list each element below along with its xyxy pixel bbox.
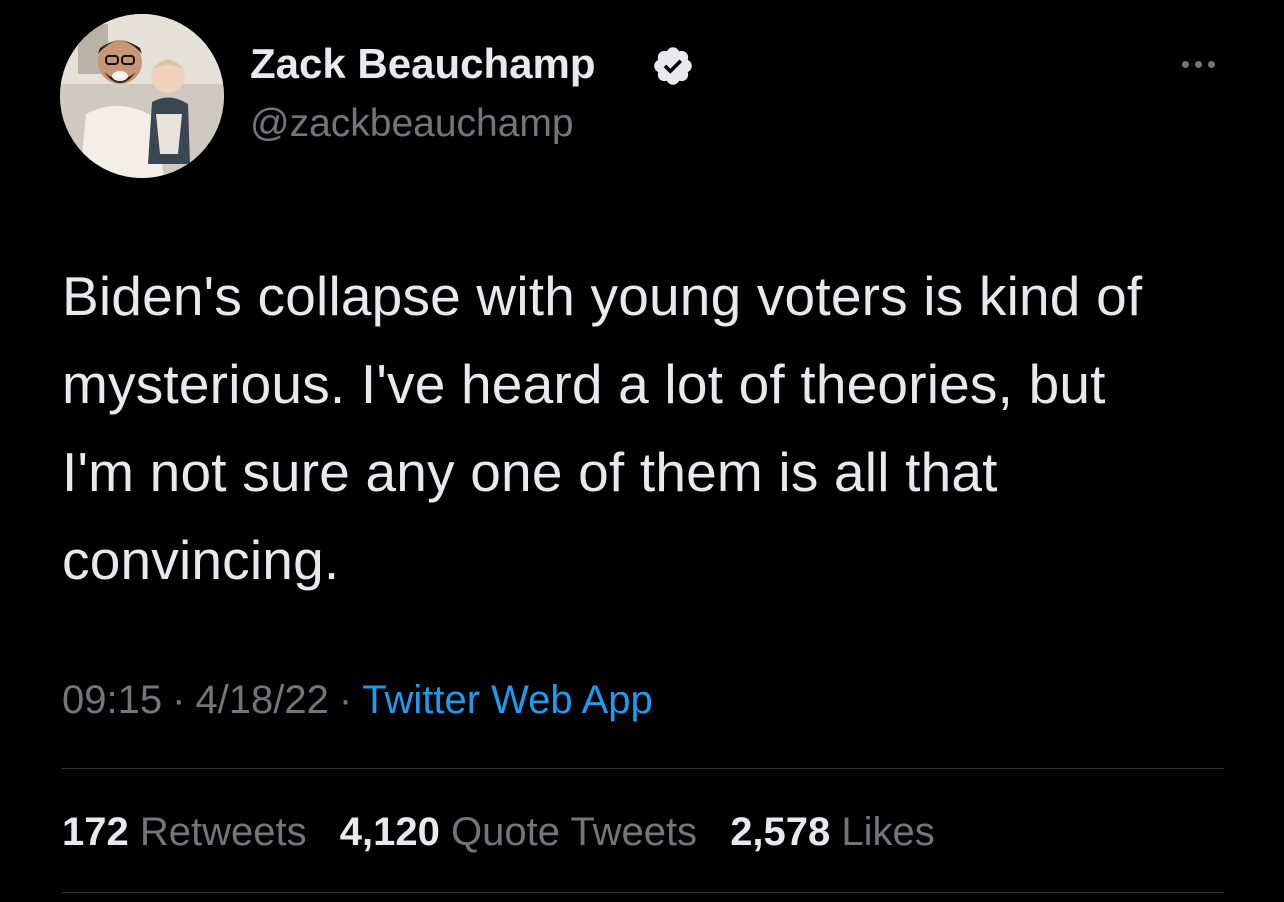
quote-tweets-stat[interactable]: 4,120 Quote Tweets xyxy=(340,810,697,854)
tweet-time[interactable]: 09:15 xyxy=(62,678,162,722)
quote-tweets-count: 4,120 xyxy=(339,810,440,854)
likes-count: 2,578 xyxy=(730,810,831,854)
retweets-stat[interactable]: 172 Retweets xyxy=(62,810,307,854)
more-dot-icon xyxy=(1207,60,1215,68)
tweet-meta: 09:15 · 4/18/22 · Twitter Web App xyxy=(62,674,653,726)
author-name[interactable]: Zack Beauchamp xyxy=(250,38,595,90)
profile-photo-icon xyxy=(60,14,224,178)
more-options-button[interactable] xyxy=(1168,44,1228,84)
retweets-label: Retweets xyxy=(139,810,307,854)
tweet-text: Biden's collapse with young voters is ki… xyxy=(62,265,1143,591)
avatar[interactable] xyxy=(60,14,224,178)
tweet-source-link[interactable]: Twitter Web App xyxy=(362,678,653,722)
tweet-date[interactable]: 4/18/22 xyxy=(195,678,328,722)
likes-stat[interactable]: 2,578 Likes xyxy=(730,810,935,854)
divider xyxy=(62,892,1224,893)
meta-separator: · xyxy=(172,678,186,722)
tweet-stats: 172 Retweets 4,120 Quote Tweets 2,578 Li… xyxy=(62,806,957,858)
verified-badge-icon xyxy=(654,47,692,85)
quote-tweets-label: Quote Tweets xyxy=(450,810,698,854)
divider xyxy=(62,768,1224,769)
author-handle[interactable]: @zackbeauchamp xyxy=(250,100,574,148)
likes-label: Likes xyxy=(841,810,935,854)
more-dot-icon xyxy=(1181,60,1189,68)
more-dot-icon xyxy=(1194,60,1202,68)
retweets-count: 172 xyxy=(62,810,129,854)
meta-separator: · xyxy=(338,678,353,722)
